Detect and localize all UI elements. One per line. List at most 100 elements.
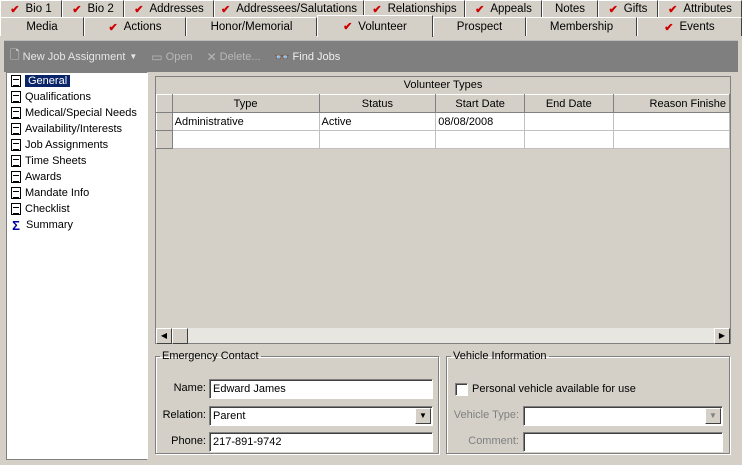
nav-item-general[interactable]: General [7, 73, 147, 89]
cell-type[interactable] [172, 130, 320, 149]
cell-end-date[interactable] [524, 130, 614, 149]
tab-volunteer[interactable]: ✔ Volunteer [317, 15, 433, 37]
nav-item-mandate-info[interactable]: Mandate Info [7, 185, 147, 201]
tab-label: Honor/Memorial [210, 21, 293, 33]
binoculars-icon: 👓 [274, 49, 290, 64]
open-folder-icon: ▭ [151, 49, 163, 64]
delete-label: Delete... [219, 50, 261, 63]
check-icon: ✔ [134, 3, 144, 16]
relation-label: Relation: [162, 409, 206, 421]
horizontal-scrollbar[interactable]: ◀ ▶ [156, 327, 730, 344]
tab-attributes[interactable]: ✔ Attributes [658, 0, 742, 17]
find-jobs-button[interactable]: 👓 Find Jobs [275, 50, 341, 64]
sigma-icon: Σ [12, 217, 20, 233]
dropdown-caret-icon[interactable]: ▼ [129, 52, 137, 61]
document-icon [11, 171, 21, 183]
cell-status[interactable]: Active [319, 112, 437, 131]
personal-vehicle-checkbox[interactable] [455, 383, 468, 396]
cell-end-date[interactable] [524, 112, 614, 131]
row-selector[interactable] [156, 112, 173, 131]
scroll-right-icon[interactable]: ▶ [714, 328, 730, 344]
nav-item-checklist[interactable]: Checklist [7, 201, 147, 217]
tab-gifts[interactable]: ✔ Gifts [598, 0, 658, 17]
table-row-new[interactable] [156, 130, 731, 149]
nav-item-awards[interactable]: Awards [7, 169, 147, 185]
nav-item-availability-interests[interactable]: Availability/Interests [7, 121, 147, 137]
cell-type[interactable]: Administrative [172, 112, 320, 131]
cell-reason-finished[interactable] [613, 112, 731, 131]
cell-start-date[interactable]: 08/08/2008 [435, 112, 526, 131]
new-document-icon: 🗋 [10, 48, 20, 62]
nav-label: Medical/Special Needs [25, 107, 137, 119]
new-job-assignment-button[interactable]: 🗋 New Job Assignment ▼ [10, 46, 137, 67]
tab-bio-1[interactable]: ✔ Bio 1 [0, 0, 62, 17]
cell-status[interactable] [319, 130, 437, 149]
comment-label: Comment: [468, 435, 519, 447]
chevron-down-icon[interactable]: ▼ [705, 408, 721, 424]
check-icon: ✔ [10, 3, 20, 16]
toolbar: 🗋 New Job Assignment ▼ ▭ Open ✕ Delete..… [4, 40, 738, 72]
grid-body: Type Status Start Date End Date Reason F… [156, 94, 731, 328]
nav-label: Checklist [25, 203, 70, 215]
tab-actions[interactable]: ✔ Actions [84, 17, 186, 36]
nav-label: Qualifications [25, 91, 92, 103]
tab-honor-memorial[interactable]: Honor/Memorial [186, 17, 317, 36]
personal-vehicle-label: Personal vehicle available for use [472, 383, 636, 395]
tab-prospect[interactable]: Prospect [433, 17, 526, 36]
cell-start-date[interactable] [435, 130, 526, 149]
scroll-left-icon[interactable]: ◀ [156, 328, 172, 344]
nav-item-qualifications[interactable]: Qualifications [7, 89, 147, 105]
column-header-end-date[interactable]: End Date [524, 94, 614, 113]
tab-label: Bio 2 [87, 3, 114, 15]
column-header-status[interactable]: Status [318, 94, 437, 113]
tab-media[interactable]: Media [0, 17, 84, 36]
scroll-thumb[interactable] [172, 328, 188, 344]
section-nav-list: General Qualifications Medical/Special N… [6, 72, 148, 460]
tab-label: Attributes [683, 3, 732, 15]
nav-item-time-sheets[interactable]: Time Sheets [7, 153, 147, 169]
relation-dropdown[interactable]: Parent ▼ [209, 406, 433, 426]
relation-value: Parent [213, 410, 246, 422]
tab-label: Media [26, 21, 58, 33]
column-header-type[interactable]: Type [171, 94, 320, 113]
tab-label: Membership [549, 21, 614, 33]
tab-membership[interactable]: Membership [526, 17, 637, 36]
nav-label: Time Sheets [25, 155, 87, 167]
vehicle-type-label: Vehicle Type: [453, 409, 519, 421]
check-icon: ✔ [608, 3, 618, 16]
document-icon [11, 123, 21, 135]
tab-events[interactable]: ✔ Events [637, 17, 742, 36]
check-icon: ✔ [108, 21, 118, 34]
nav-label: General [25, 75, 71, 87]
tab-bio-2[interactable]: ✔ Bio 2 [62, 0, 124, 17]
column-header-start-date[interactable]: Start Date [435, 94, 526, 113]
tab-label: Addresses [149, 3, 204, 15]
document-icon [11, 187, 21, 199]
nav-item-medical-special-needs[interactable]: Medical/Special Needs [7, 105, 147, 121]
column-header-reason-finished[interactable]: Reason Finishe [612, 94, 731, 113]
tab-appeals[interactable]: ✔ Appeals [465, 0, 542, 17]
cell-reason-finished[interactable] [613, 130, 731, 149]
name-field[interactable]: Edward James [209, 379, 433, 399]
vehicle-information-legend: Vehicle Information [453, 350, 547, 362]
chevron-down-icon[interactable]: ▼ [415, 408, 431, 424]
row-selector[interactable] [156, 130, 173, 149]
tab-addresses[interactable]: ✔ Addresses [124, 0, 214, 17]
nav-item-job-assignments[interactable]: Job Assignments [7, 137, 147, 153]
tab-notes[interactable]: Notes [542, 0, 598, 17]
tab-label: Events [679, 21, 715, 33]
document-icon [11, 155, 21, 167]
tab-label: Prospect [456, 21, 503, 33]
nav-label: Job Assignments [25, 139, 109, 151]
open-button[interactable]: ▭ Open [151, 50, 192, 64]
vehicle-type-dropdown[interactable]: ▼ [523, 406, 723, 426]
phone-field[interactable]: 217-891-9742 [209, 432, 433, 452]
emergency-contact-legend: Emergency Contact [162, 350, 259, 362]
table-header-row: Type Status Start Date End Date Reason F… [156, 94, 731, 113]
table-row[interactable]: Administrative Active 08/08/2008 [156, 112, 731, 131]
delete-button[interactable]: ✕ Delete... [207, 50, 261, 64]
comment-field[interactable] [523, 432, 723, 452]
nav-item-summary[interactable]: Σ Summary [7, 217, 147, 233]
nav-label: Awards [25, 171, 62, 183]
check-icon: ✔ [372, 3, 382, 16]
